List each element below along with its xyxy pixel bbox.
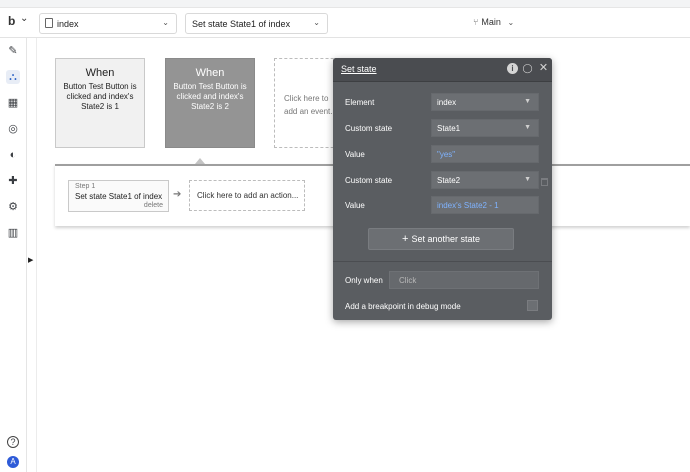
step-title: Set state State1 of index bbox=[75, 192, 163, 201]
custom-state-dropdown-1[interactable]: State1 ▼ bbox=[431, 119, 539, 137]
left-rail: ✎ ⛬ ▦ ◎ ◐ ✚ ⚙ ▥ ? A bbox=[0, 38, 27, 472]
bubble-logo[interactable]: b bbox=[8, 14, 15, 28]
trash-icon[interactable] bbox=[541, 178, 548, 186]
workflow-icon[interactable]: ⛬ bbox=[6, 70, 20, 84]
only-when-label: Only when bbox=[345, 276, 383, 285]
browser-top-strip bbox=[0, 0, 690, 8]
chevron-down-icon: ⌄ bbox=[162, 18, 169, 27]
action-dropdown-value: Set state State1 of index bbox=[192, 19, 291, 29]
element-label: Element bbox=[345, 98, 375, 107]
step-label: Step 1 bbox=[75, 183, 96, 190]
panel-title[interactable]: Set state bbox=[341, 64, 377, 74]
branch-name: Main bbox=[481, 17, 501, 27]
chevron-down-icon: ▼ bbox=[524, 124, 531, 131]
panel-header: Set state i ◯ ✕ bbox=[333, 58, 552, 82]
event-card-1[interactable]: When Button Test Button is clicked and i… bbox=[55, 58, 145, 148]
info-icon[interactable]: i bbox=[507, 63, 518, 74]
custom-state-dropdown-2[interactable]: State2 ▼ bbox=[431, 171, 539, 189]
only-when-placeholder: Click bbox=[399, 276, 417, 285]
value-expression: "yes" bbox=[437, 150, 456, 159]
value-label: Value bbox=[345, 150, 365, 159]
value-input-2[interactable]: index's State2 - 1 bbox=[431, 196, 539, 214]
value-input-1[interactable]: "yes" bbox=[431, 145, 539, 163]
arrow-right-icon: ➔ bbox=[173, 189, 182, 200]
close-icon[interactable]: ✕ bbox=[538, 63, 549, 74]
custom-state-label: Custom state bbox=[345, 176, 393, 185]
element-dropdown[interactable]: index ▼ bbox=[431, 93, 539, 111]
event-description: Button Test Button is clicked and index'… bbox=[173, 82, 247, 111]
page-dropdown-value: index bbox=[57, 19, 79, 29]
chevron-down-icon: ▼ bbox=[524, 176, 531, 183]
pencil-icon[interactable]: ✎ bbox=[6, 44, 20, 58]
expand-arrow-icon[interactable]: ▶ bbox=[28, 256, 33, 264]
document-icon bbox=[45, 18, 53, 28]
only-when-input[interactable]: Click bbox=[389, 271, 539, 289]
palette-icon[interactable]: ◐ bbox=[6, 148, 20, 162]
breakpoint-label: Add a breakpoint in debug mode bbox=[345, 302, 461, 311]
layout-icon[interactable]: ▦ bbox=[6, 96, 20, 110]
value-label: Value bbox=[345, 201, 365, 210]
custom-state-value: State2 bbox=[437, 176, 461, 185]
event-when-label: When bbox=[85, 67, 115, 79]
help-icon[interactable]: ? bbox=[7, 436, 19, 448]
element-value: index bbox=[437, 98, 457, 107]
chevron-down-icon: ⌄ bbox=[507, 18, 515, 27]
event-description: Button Test Button is clicked and index'… bbox=[63, 82, 137, 111]
settings-icon[interactable]: ⚙ bbox=[6, 200, 20, 214]
set-state-panel: Set state i ◯ ✕ Element index ▼ Custom s… bbox=[333, 58, 552, 320]
page-dropdown[interactable]: index ⌄ bbox=[39, 13, 177, 34]
chevron-down-icon: ⌄ bbox=[313, 18, 320, 27]
breakpoint-checkbox[interactable] bbox=[527, 300, 538, 311]
branch-selector[interactable]: ⑂ Main ⌄ bbox=[473, 17, 514, 27]
chevron-down-icon[interactable]: ⌄ bbox=[20, 13, 28, 24]
value-expression: index's State2 - 1 bbox=[437, 201, 499, 210]
step-1-card[interactable]: Step 1 Set state State1 of index delete bbox=[68, 180, 169, 212]
custom-state-label: Custom state bbox=[345, 124, 393, 133]
account-icon[interactable]: A bbox=[7, 456, 19, 468]
set-another-state-button[interactable]: + Set another state bbox=[368, 228, 514, 250]
delete-step-link[interactable]: delete bbox=[144, 202, 163, 209]
action-dropdown[interactable]: Set state State1 of index ⌄ bbox=[185, 13, 328, 34]
comment-icon[interactable]: ◯ bbox=[522, 63, 533, 74]
database-icon[interactable]: ◎ bbox=[6, 122, 20, 136]
chevron-down-icon: ▼ bbox=[524, 98, 531, 105]
add-action-button[interactable]: Click here to add an action... bbox=[189, 180, 305, 211]
plugin-icon[interactable]: ✚ bbox=[6, 174, 20, 188]
plus-icon: + bbox=[402, 233, 409, 245]
set-another-state-label: Set another state bbox=[411, 234, 480, 244]
chart-icon[interactable]: ▥ bbox=[6, 226, 20, 240]
event-card-2-selected[interactable]: When Button Test Button is clicked and i… bbox=[165, 58, 255, 148]
branch-icon: ⑂ bbox=[473, 17, 479, 27]
event-when-label: When bbox=[195, 67, 225, 79]
panel-divider bbox=[333, 261, 552, 262]
custom-state-value: State1 bbox=[437, 124, 461, 133]
